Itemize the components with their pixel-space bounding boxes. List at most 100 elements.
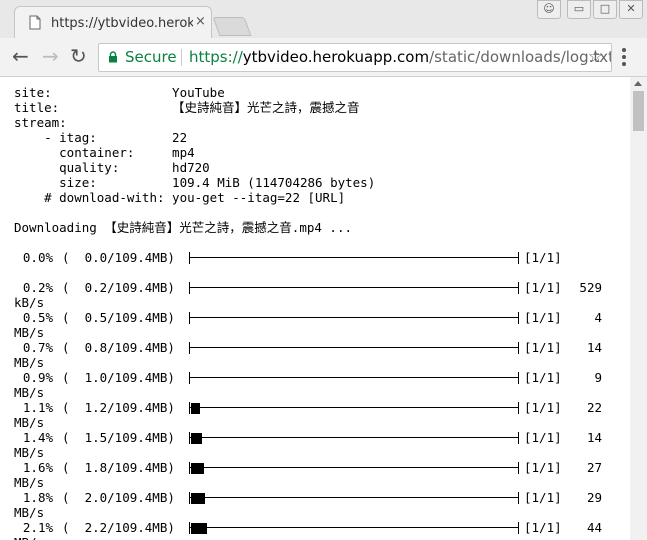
menu-dots-icon[interactable] [622, 48, 626, 69]
progress-bar-left-cap [189, 252, 190, 264]
progress-bar-right-cap [518, 252, 519, 264]
progress-bar-right-cap [518, 432, 519, 444]
progress-speed-unit: MB/s [14, 355, 45, 370]
progress-speed: 27 [586, 460, 602, 475]
progress-count: [1/1] [524, 250, 562, 265]
progress-bar-right-cap [518, 312, 519, 324]
progress-bar [189, 432, 519, 444]
progress-speed: 4 [594, 310, 602, 325]
url-scheme: https:// [189, 48, 243, 66]
progress-size: ( 0.8/109.4MB) [62, 340, 175, 355]
progress-size: ( 2.0/109.4MB) [62, 490, 175, 505]
progress-speed-unit: MB/s [14, 445, 45, 460]
log-header-line: container: mp4 [14, 145, 195, 160]
progress-speed: 14 [586, 340, 602, 355]
progress-speed: 9 [594, 370, 602, 385]
address-bar[interactable]: Secure https://ytbvideo.herokuapp.com/st… [98, 43, 612, 72]
browser-tab[interactable]: https://ytbvideo.herokuapp.com/static/do… [14, 6, 212, 41]
progress-percent: 0.5% [22, 310, 53, 325]
progress-bar-track [190, 317, 518, 318]
minimize-button[interactable]: ▭ [567, 0, 591, 19]
progress-bar [189, 252, 519, 264]
progress-size: ( 1.8/109.4MB) [62, 460, 175, 475]
progress-percent: 1.6% [22, 460, 53, 475]
progress-percent: 2.1% [22, 520, 53, 535]
progress-bar-fill [191, 403, 200, 414]
tab-title: https://ytbvideo.herokuapp.com/static/do… [51, 16, 193, 31]
vertical-scrollbar[interactable] [630, 77, 647, 540]
log-header-line: quality: hd720 [14, 160, 210, 175]
forward-arrow-icon[interactable]: → [42, 46, 59, 66]
progress-row: 0.9% ( 1.0/109.4MB) [1/1] 9 MB/s [14, 370, 630, 400]
lock-icon [109, 51, 117, 63]
new-tab-button[interactable] [212, 17, 252, 36]
progress-speed: 22 [586, 400, 602, 415]
progress-size: ( 0.5/109.4MB) [62, 310, 175, 325]
progress-speed: 14 [586, 430, 602, 445]
progress-bar-fill [191, 523, 207, 534]
scroll-thumb[interactable] [633, 91, 644, 131]
progress-speed: 529 [579, 280, 602, 295]
progress-percent: 0.7% [22, 340, 53, 355]
progress-speed-unit: MB/s [14, 385, 45, 400]
progress-percent: 1.8% [22, 490, 53, 505]
progress-count: [1/1] [524, 460, 562, 475]
progress-speed-unit: MB/s [14, 415, 45, 430]
maximize-button[interactable]: □ [593, 0, 617, 19]
close-window-button[interactable]: ✕ [619, 0, 643, 19]
progress-bar-track [190, 347, 518, 348]
progress-bar-right-cap [518, 462, 519, 474]
tab-close-icon[interactable]: × [195, 14, 206, 29]
progress-speed: 44 [586, 520, 602, 535]
progress-bar-track [190, 527, 518, 528]
page-content: site: YouTube title: 【史詩純音】光芒之詩，震撼之音 strea… [0, 77, 630, 540]
progress-bar-left-cap [189, 282, 190, 294]
reload-icon[interactable]: ↻ [70, 46, 87, 66]
progress-bar-fill [191, 493, 205, 504]
url-host: ytbvideo.herokuapp.com [242, 48, 430, 66]
downloading-line: Downloading 【史詩純音】光芒之詩，震撼之音.mp4 ... [14, 220, 353, 235]
progress-row: 0.0% ( 0.0/109.4MB) [1/1] [14, 250, 630, 280]
progress-bar-left-cap [189, 522, 190, 534]
progress-count: [1/1] [524, 430, 562, 445]
log-header-line: # download-with: you-get --itag=22 [URL] [14, 190, 346, 205]
tab-strip: https://ytbvideo.herokuapp.com/static/do… [0, 0, 647, 41]
progress-bar-left-cap [189, 372, 190, 384]
log-header-line: - itag: 22 [14, 130, 188, 145]
progress-count: [1/1] [524, 490, 562, 505]
progress-bar-right-cap [518, 282, 519, 294]
progress-bar-track [190, 437, 518, 438]
progress-bar-right-cap [518, 372, 519, 384]
url-text[interactable]: https://ytbvideo.herokuapp.com/static/do… [189, 44, 611, 71]
progress-speed-unit: MB/s [14, 535, 44, 540]
profile-icon[interactable]: ☺ [537, 0, 561, 19]
progress-row: 0.5% ( 0.5/109.4MB) [1/1] 4 MB/s [14, 310, 630, 340]
progress-bar-track [190, 287, 518, 288]
progress-row: 1.4% ( 1.5/109.4MB) [1/1] 14 MB/s [14, 430, 630, 460]
log-header: site: YouTube title: 【史詩純音】光芒之詩，震撼之音 strea… [14, 85, 630, 205]
progress-size: ( 1.0/109.4MB) [62, 370, 175, 385]
document-icon [29, 15, 41, 30]
progress-bar [189, 402, 519, 414]
progress-bar [189, 342, 519, 354]
progress-bar [189, 372, 519, 384]
progress-percent: 0.9% [22, 370, 53, 385]
progress-bar-left-cap [189, 402, 190, 414]
progress-size: ( 0.0/109.4MB) [62, 250, 175, 265]
bookmark-star-icon[interactable]: ☆ [588, 44, 603, 71]
log-header-line: title: 【史詩純音】光芒之詩，震撼之音 [14, 100, 360, 115]
progress-bar-left-cap [189, 432, 190, 444]
progress-bar [189, 312, 519, 324]
back-arrow-icon[interactable]: ← [12, 46, 29, 66]
progress-bar-track [190, 467, 518, 468]
progress-bar-left-cap [189, 462, 190, 474]
progress-bar-right-cap [518, 522, 519, 534]
progress-count: [1/1] [524, 310, 562, 325]
log-header-line: site: YouTube [14, 85, 225, 100]
progress-size: ( 1.2/109.4MB) [62, 400, 175, 415]
scroll-up-arrow-icon[interactable] [634, 81, 642, 86]
progress-row: 0.7% ( 0.8/109.4MB) [1/1] 14 MB/s [14, 340, 630, 370]
progress-count: [1/1] [524, 280, 562, 295]
progress-size: ( 1.5/109.4MB) [62, 430, 175, 445]
progress-bar-track [190, 377, 518, 378]
